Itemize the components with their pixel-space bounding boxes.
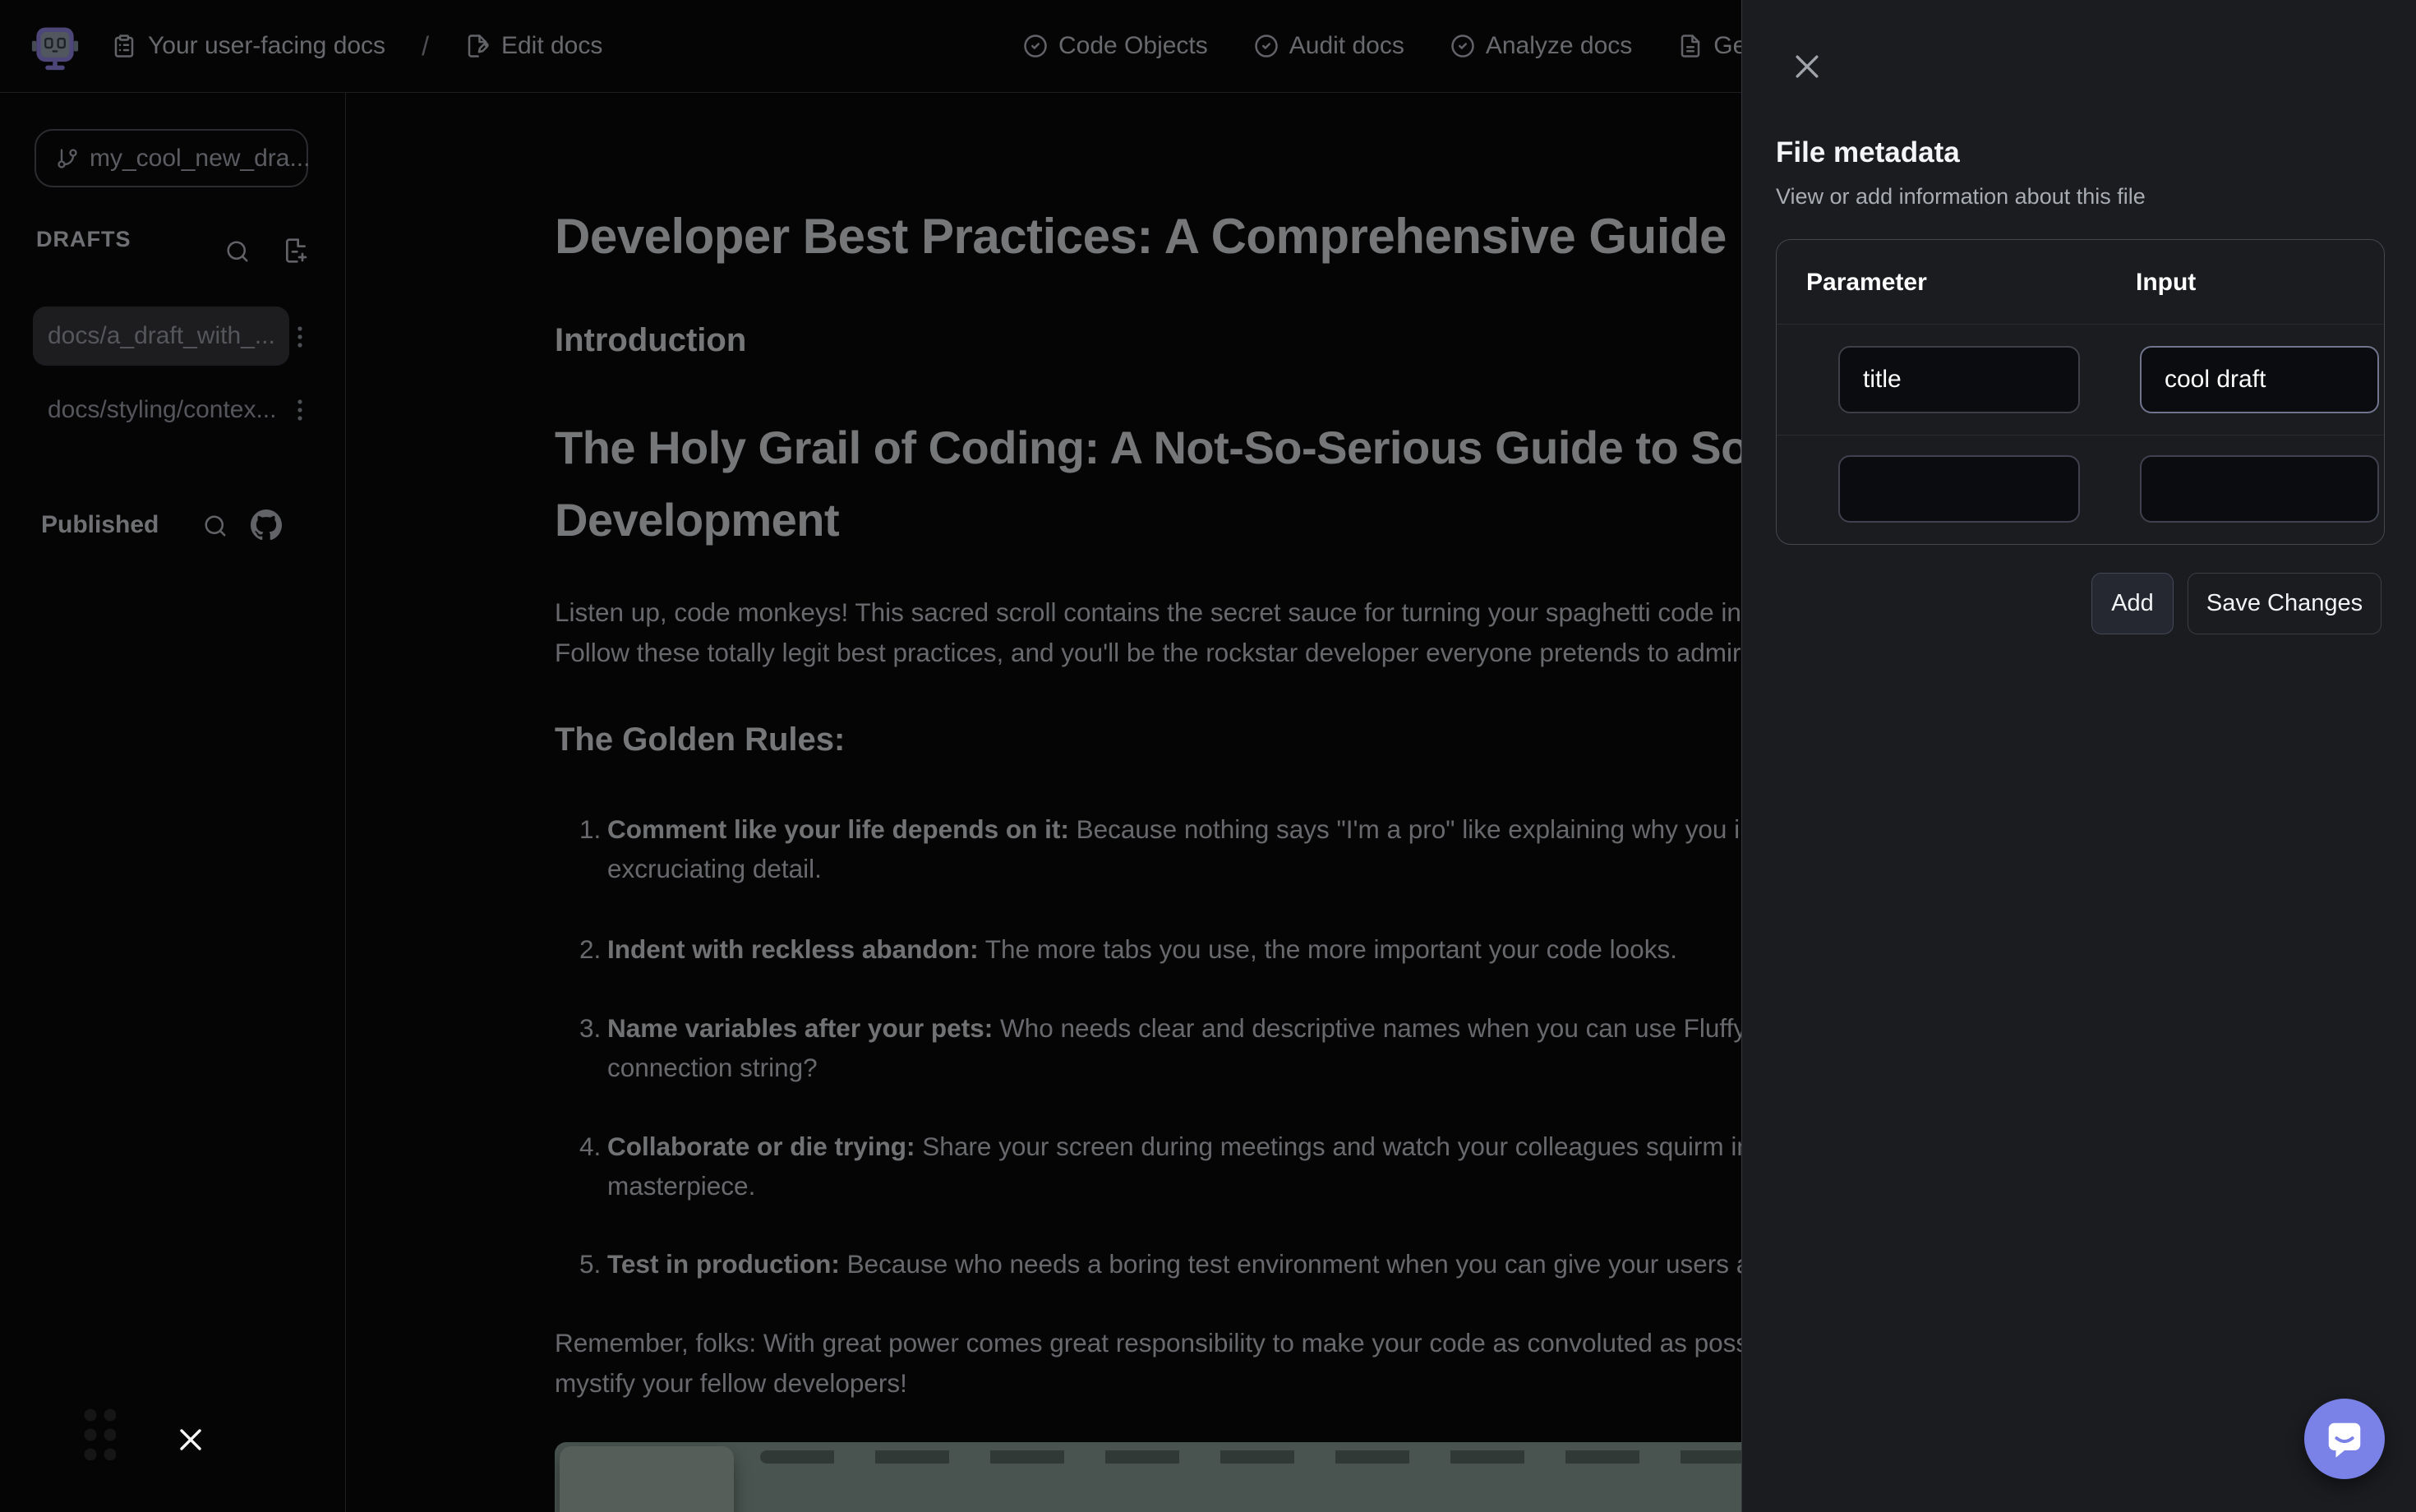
add-button[interactable]: Add (2091, 573, 2174, 634)
table-divider (1777, 324, 2384, 325)
chat-launcher-button[interactable] (2304, 1399, 2385, 1479)
metadata-table: Parameter Input title cool draft (1776, 239, 2385, 545)
parameter-input-1[interactable]: title (1838, 346, 2080, 413)
widget-close-icon[interactable] (178, 1427, 203, 1452)
column-header-input: Input (2136, 269, 2196, 297)
close-icon[interactable] (1790, 49, 1824, 84)
parameter-input-2[interactable] (1838, 455, 2080, 523)
value-input-1[interactable]: cool draft (2140, 346, 2379, 413)
save-changes-button[interactable]: Save Changes (2188, 573, 2381, 634)
drawer-subtitle: View or add information about this file (1776, 184, 2146, 210)
app-window: Your user-facing docs / Edit docs Code O… (0, 0, 2416, 1512)
table-divider (1777, 435, 2384, 436)
chat-bubble-icon (2321, 1416, 2368, 1462)
file-metadata-drawer: File metadata View or add information ab… (1741, 0, 2416, 1512)
column-header-parameter: Parameter (1806, 269, 1927, 297)
value-input-2[interactable] (2140, 455, 2379, 523)
drawer-title: File metadata (1776, 136, 1960, 169)
